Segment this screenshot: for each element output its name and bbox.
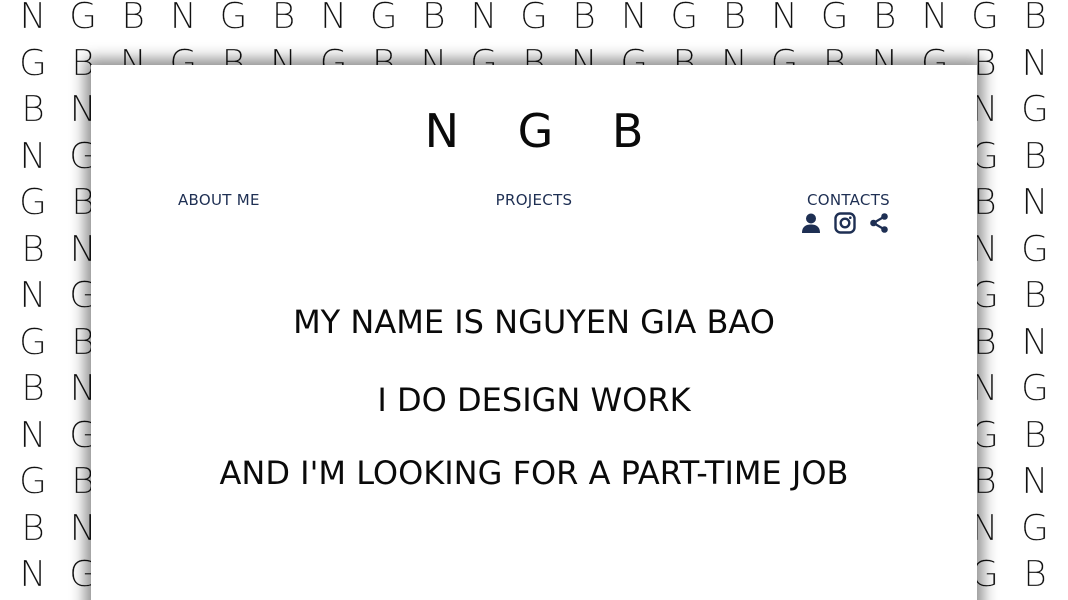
background-letter: N — [19, 554, 47, 595]
nav-contacts[interactable]: CONTACTS — [807, 191, 890, 209]
background-letter: G — [369, 0, 398, 37]
background-letter: N — [169, 0, 197, 37]
background-letter: N — [470, 0, 498, 37]
background-letter: N — [1021, 461, 1049, 502]
background-letter: N — [921, 0, 949, 37]
background-letter: N — [771, 0, 798, 37]
background-letter: G — [19, 461, 47, 502]
background-letter: G — [1021, 507, 1049, 549]
background-letter: G — [1021, 368, 1049, 409]
background-letter: G — [1021, 89, 1049, 130]
background-letter: B — [21, 228, 45, 270]
background-letter: B — [1023, 0, 1047, 37]
background-letter: N — [1021, 42, 1049, 84]
background-letter: G — [69, 0, 98, 37]
background-letter: B — [1023, 135, 1047, 177]
background-letter: N — [1021, 321, 1049, 363]
background-letter: B — [1023, 275, 1047, 316]
background-letter: N — [19, 135, 47, 177]
background-letter: B — [21, 89, 45, 130]
background-letter: B — [1023, 414, 1047, 456]
background-letter: B — [271, 0, 296, 37]
background-letter: G — [19, 182, 47, 223]
share-icon[interactable] — [868, 212, 890, 234]
background-letter: N — [620, 0, 648, 37]
background-letter: B — [21, 507, 45, 549]
background-letter-row: NGBNGBNGBNGBNGBNGBNGB — [0, 0, 1068, 43]
background-letter: B — [572, 0, 596, 37]
main-card: N G B ABOUT ME PROJECTS CONTACTS MY NAME… — [91, 65, 977, 600]
background-letter: B — [722, 0, 747, 37]
background-letter: B — [422, 0, 446, 37]
instagram-icon[interactable] — [834, 212, 856, 234]
background-letter: G — [520, 0, 548, 37]
background-letter: N — [320, 0, 348, 37]
hero-design-line: I DO DESIGN WORK — [377, 381, 691, 419]
contact-icons — [800, 212, 890, 234]
background-letter: G — [820, 0, 849, 37]
background-letter: N — [19, 414, 47, 456]
user-icon[interactable] — [800, 212, 822, 234]
background-letter: B — [121, 0, 145, 37]
background-letter: G — [219, 0, 248, 37]
background-letter: G — [1021, 228, 1049, 270]
background-letter: B — [1023, 554, 1047, 595]
site-logo[interactable]: N G B — [91, 105, 977, 157]
background-letter: G — [670, 0, 699, 37]
background-letter: N — [19, 0, 47, 37]
hero-job-line: AND I'M LOOKING FOR A PART-TIME JOB — [219, 454, 849, 492]
background-letter: B — [872, 0, 897, 37]
background-letter: B — [21, 368, 45, 409]
background-letter: G — [970, 0, 999, 37]
background-letter: G — [19, 321, 47, 363]
background-letter: G — [19, 42, 47, 84]
hero-name-line: MY NAME IS NGUYEN GIA BAO — [293, 303, 775, 341]
nav-projects[interactable]: PROJECTS — [496, 191, 573, 209]
nav-about-me[interactable]: ABOUT ME — [178, 191, 260, 209]
background-letter: N — [19, 275, 47, 316]
background-letter: N — [1021, 182, 1049, 223]
